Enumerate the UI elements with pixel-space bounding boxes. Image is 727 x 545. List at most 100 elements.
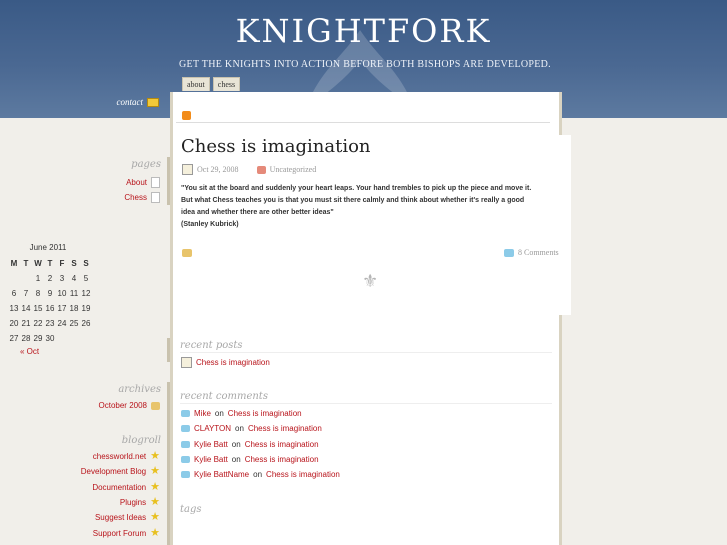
star-icon: ★	[150, 526, 160, 539]
contact-label: contact	[116, 97, 144, 107]
recent-posts-heading: recent posts	[180, 340, 243, 351]
comment-bubble-icon	[181, 471, 190, 479]
tags-icon	[182, 249, 192, 257]
comment-post-link[interactable]: Chess is imagination	[266, 470, 340, 479]
comment-author-link[interactable]: Kylie Batt	[194, 440, 228, 449]
calendar-week: 13 14 15 16 17 18 19	[8, 301, 91, 316]
fleur-de-lis-icon: ⚜	[362, 271, 379, 292]
calendar-day: 30	[45, 334, 55, 343]
divider	[180, 403, 552, 404]
site-tagline: GET THE KNIGHTS INTO ACTION BEFORE BOTH …	[179, 59, 551, 70]
calendar-day: 23	[45, 319, 55, 328]
sidebar-item-archive[interactable]: October 2008	[99, 401, 160, 410]
site-title[interactable]: KNIGHTFORK	[0, 12, 727, 50]
calendar-day: 7	[23, 289, 29, 298]
comment-on-text: on	[235, 424, 244, 434]
calendar-caption: June 2011	[29, 243, 67, 252]
comment-bubble-icon	[181, 455, 190, 463]
category-icon	[256, 165, 266, 174]
weekday-label: T	[47, 259, 53, 268]
calendar-day: 4	[71, 274, 77, 283]
comment-author-link[interactable]: CLAYTON	[194, 424, 231, 433]
sidebar-item-about[interactable]: About	[126, 177, 160, 188]
comments-link[interactable]: 8 Comments	[504, 248, 559, 257]
comment-bubble-icon	[504, 248, 514, 257]
quote-line: But what Chess teaches you is that you m…	[181, 197, 525, 204]
sidebar-item-chess[interactable]: Chess	[124, 192, 160, 203]
content-accent	[167, 388, 170, 488]
quote-author: (Stanley Kubrick)	[181, 221, 239, 228]
calendar-prev-link[interactable]: « Oct	[20, 347, 39, 356]
sidebar-heading-blogroll: blogroll	[121, 435, 161, 446]
comment-on-text: on	[231, 439, 241, 449]
comments-count: 8 Comments	[518, 248, 559, 257]
archive-icon	[151, 401, 160, 410]
calendar-day: 2	[47, 274, 53, 283]
content-panel-edge	[556, 135, 571, 315]
blogroll-item[interactable]: Development Blog ★	[81, 466, 160, 477]
tab-about[interactable]: about	[182, 77, 210, 91]
blogroll-item[interactable]: Plugins ★	[119, 496, 160, 507]
tags-heading: tags	[180, 504, 202, 515]
weekday-label: M	[10, 259, 18, 268]
comment-post-link[interactable]: Chess is imagination	[245, 455, 319, 464]
weekday-label: S	[83, 259, 89, 268]
divider	[180, 352, 552, 353]
star-icon: ★	[150, 511, 160, 524]
calendar-day	[56, 331, 68, 346]
calendar-day: 14	[21, 304, 31, 313]
calendar-day	[20, 271, 32, 286]
contact-link[interactable]: contact	[116, 97, 159, 107]
recent-comment-item: CLAYTON on Chess is imagination	[181, 424, 322, 433]
calendar-day: 21	[21, 319, 31, 328]
content-accent	[167, 338, 170, 362]
envelope-icon	[147, 97, 159, 107]
calendar-day: 9	[47, 289, 53, 298]
rss-icon[interactable]	[182, 111, 191, 120]
comment-on-text: on	[253, 470, 263, 480]
quote-line: "You sit at the board and suddenly your …	[181, 185, 532, 192]
blogroll-item[interactable]: chessworld.net ★	[92, 450, 160, 462]
calendar-day: 19	[81, 304, 91, 313]
blogroll-item[interactable]: Suggest Ideas ★	[95, 511, 160, 524]
blogroll-item[interactable]: Support Forum ★	[92, 526, 160, 539]
star-icon: ★	[150, 450, 160, 462]
weekday-label: T	[23, 259, 29, 268]
calendar-week: 6 7 8 9 10 11 12	[8, 286, 91, 301]
calendar-day: 28	[21, 334, 31, 343]
comment-post-link[interactable]: Chess is imagination	[248, 424, 322, 433]
post-meta: Oct 29, 2008 Uncategorized	[182, 164, 316, 175]
recent-post-link[interactable]: Chess is imagination	[196, 358, 270, 367]
comment-post-link[interactable]: Chess is imagination	[228, 409, 302, 418]
blogroll-link: chessworld.net	[92, 452, 147, 461]
sidebar-accent	[167, 157, 170, 205]
sidebar-heading-archives: archives	[118, 384, 161, 395]
recent-comments-heading: recent comments	[180, 391, 268, 402]
comment-author-link[interactable]: Kylie BattName	[194, 470, 249, 479]
content-accent	[167, 500, 170, 545]
recent-post-item[interactable]: Chess is imagination	[181, 357, 270, 368]
post-body: "You sit at the board and suddenly your …	[181, 183, 553, 231]
calendar-day	[68, 331, 80, 346]
sidebar-item-label: Chess	[124, 193, 147, 202]
calendar-week: 20 21 22 23 24 25 26	[8, 316, 91, 331]
post-category[interactable]: Uncategorized	[270, 165, 317, 174]
sidebar-heading-pages: pages	[131, 159, 161, 170]
post-title[interactable]: Chess is imagination	[181, 136, 371, 157]
comment-bubble-icon	[181, 410, 190, 417]
calendar-day	[80, 331, 92, 346]
calendar-day: 3	[59, 274, 65, 283]
comment-post-link[interactable]: Chess is imagination	[245, 440, 319, 449]
sidebar-item-label: About	[126, 178, 147, 187]
page-icon	[151, 177, 160, 188]
blogroll-link: Plugins	[119, 497, 147, 507]
calendar-day: 17	[57, 304, 67, 313]
blogroll-link: Support Forum	[92, 528, 147, 538]
calendar-day: 22	[33, 319, 43, 328]
comment-author-link[interactable]: Mike	[194, 409, 211, 418]
date-icon	[182, 164, 193, 175]
comment-author-link[interactable]: Kylie Batt	[194, 455, 228, 464]
comment-bubble-icon	[181, 440, 190, 448]
blogroll-item[interactable]: Documentation ★	[92, 481, 160, 492]
tab-chess[interactable]: chess	[212, 77, 241, 91]
